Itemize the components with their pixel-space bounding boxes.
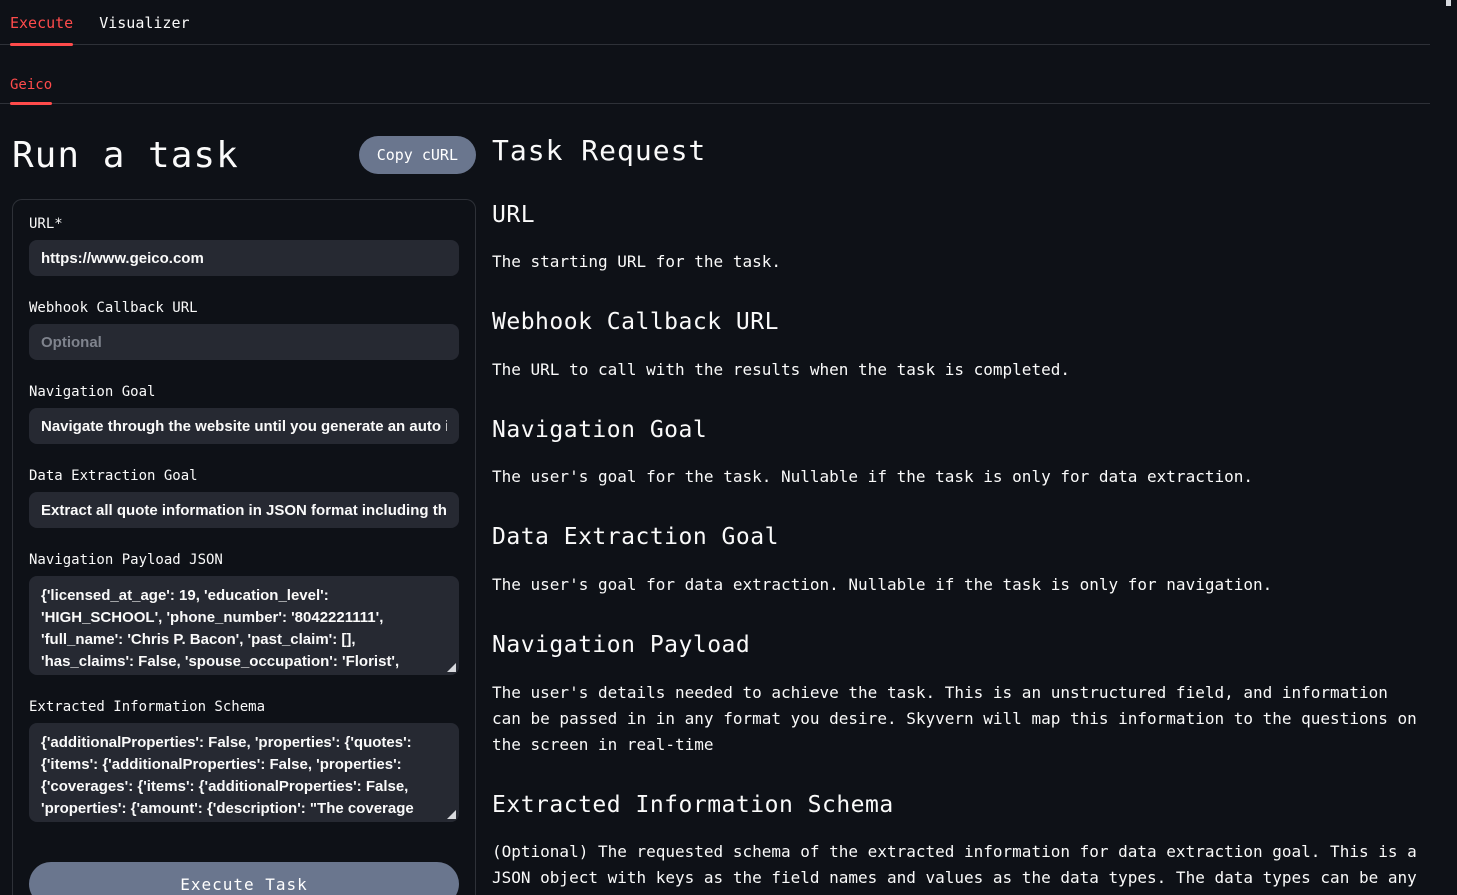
resize-handle-icon[interactable] [447,810,456,819]
extracted-schema-label: Extracted Information Schema [29,699,459,715]
doc-heading: Navigation Payload [492,632,1426,660]
doc-heading: URL [492,202,1426,230]
webhook-field-group: Webhook Callback URL [29,300,459,360]
navigation-payload-textarea[interactable]: {'licensed_at_age': 19, 'education_level… [29,576,459,675]
doc-section-navigation-payload: Navigation Payload The user's details ne… [492,632,1426,758]
tab-geico[interactable]: Geico [10,77,52,103]
execute-task-button[interactable]: Execute Task [29,862,459,895]
doc-body: The user's goal for data extraction. Nul… [492,572,1426,598]
main-content: Run a task Copy cURL URL* Webhook Callba… [0,104,1457,895]
navigation-goal-input[interactable] [29,408,459,444]
task-request-docs: Task Request URL The starting URL for th… [476,134,1426,895]
doc-body: The user's goal for the task. Nullable i… [492,464,1426,490]
url-label: URL* [29,216,459,232]
doc-section-navigation-goal: Navigation Goal The user's goal for the … [492,417,1426,491]
url-input[interactable] [29,240,459,276]
doc-body: (Optional) The requested schema of the e… [492,839,1426,895]
copy-curl-button[interactable]: Copy cURL [359,136,476,174]
doc-body: The starting URL for the task. [492,249,1426,275]
page-title: Run a task [12,134,239,177]
data-extraction-goal-field-group: Data Extraction Goal [29,468,459,528]
doc-body: The URL to call with the results when th… [492,357,1426,383]
webhook-label: Webhook Callback URL [29,300,459,316]
doc-section-extracted-schema: Extracted Information Schema (Optional) … [492,792,1426,895]
data-extraction-goal-label: Data Extraction Goal [29,468,459,484]
run-task-panel: Run a task Copy cURL URL* Webhook Callba… [0,134,476,895]
navigation-goal-label: Navigation Goal [29,384,459,400]
navigation-goal-field-group: Navigation Goal [29,384,459,444]
docs-title: Task Request [492,134,1426,168]
tab-execute[interactable]: Execute [10,14,73,44]
task-form-card: URL* Webhook Callback URL Navigation Goa… [12,199,476,895]
scrollbar-artifact [1446,0,1451,6]
sub-tabbar: Geico [0,45,1430,104]
extracted-schema-textarea[interactable]: {'additionalProperties': False, 'propert… [29,723,459,822]
url-field-group: URL* [29,216,459,276]
navigation-payload-label: Navigation Payload JSON [29,552,459,568]
resize-handle-icon[interactable] [447,663,456,672]
doc-body: The user's details needed to achieve the… [492,680,1426,758]
doc-section-url: URL The starting URL for the task. [492,202,1426,276]
doc-section-webhook: Webhook Callback URL The URL to call wit… [492,309,1426,383]
doc-heading: Webhook Callback URL [492,309,1426,337]
main-tabbar: Execute Visualizer [0,0,1430,45]
tab-visualizer[interactable]: Visualizer [99,14,189,44]
data-extraction-goal-input[interactable] [29,492,459,528]
doc-heading: Navigation Goal [492,417,1426,445]
doc-section-data-extraction-goal: Data Extraction Goal The user's goal for… [492,524,1426,598]
extracted-schema-field-group: Extracted Information Schema {'additiona… [29,699,459,822]
navigation-payload-field-group: Navigation Payload JSON {'licensed_at_ag… [29,552,459,675]
doc-heading: Data Extraction Goal [492,524,1426,552]
webhook-input[interactable] [29,324,459,360]
doc-heading: Extracted Information Schema [492,792,1426,820]
